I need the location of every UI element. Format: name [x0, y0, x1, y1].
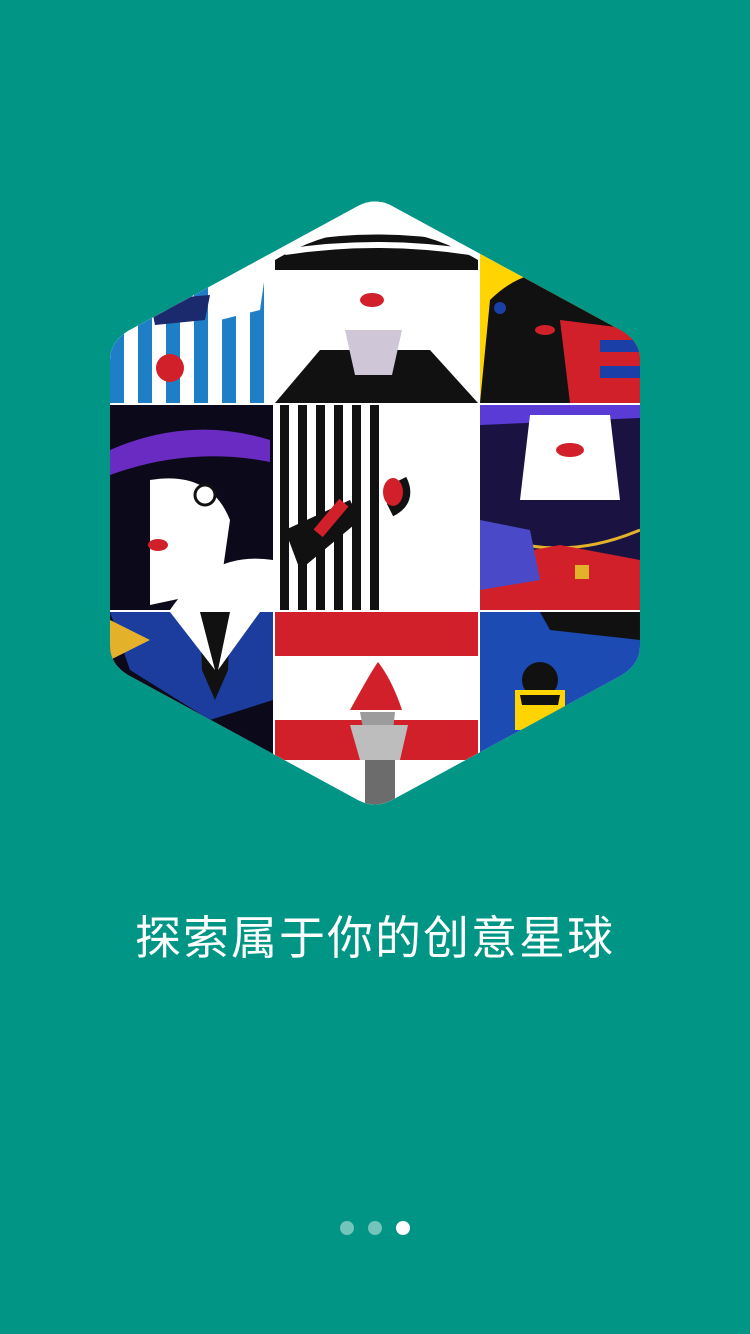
page-dot-1[interactable]	[340, 1221, 354, 1235]
tile-earring-woman	[480, 201, 640, 403]
tile-striped-figure	[110, 201, 273, 403]
tile-liberty-torch	[275, 612, 478, 805]
page-indicator	[0, 1221, 750, 1235]
tile-hat-woman	[275, 201, 478, 403]
hexagon-collage	[110, 200, 640, 806]
tile-bowler-woman	[110, 405, 273, 610]
onboarding-tagline: 探索属于你的创意星球	[135, 911, 615, 965]
page-dot-3-active[interactable]	[396, 1221, 410, 1235]
collage-illustration	[110, 201, 640, 805]
tile-lipstick-woman	[275, 405, 478, 610]
page-dot-2[interactable]	[368, 1221, 382, 1235]
tile-sunglasses-man	[480, 612, 640, 805]
tile-suit-man	[110, 612, 273, 805]
tile-necklace-woman	[480, 405, 640, 610]
